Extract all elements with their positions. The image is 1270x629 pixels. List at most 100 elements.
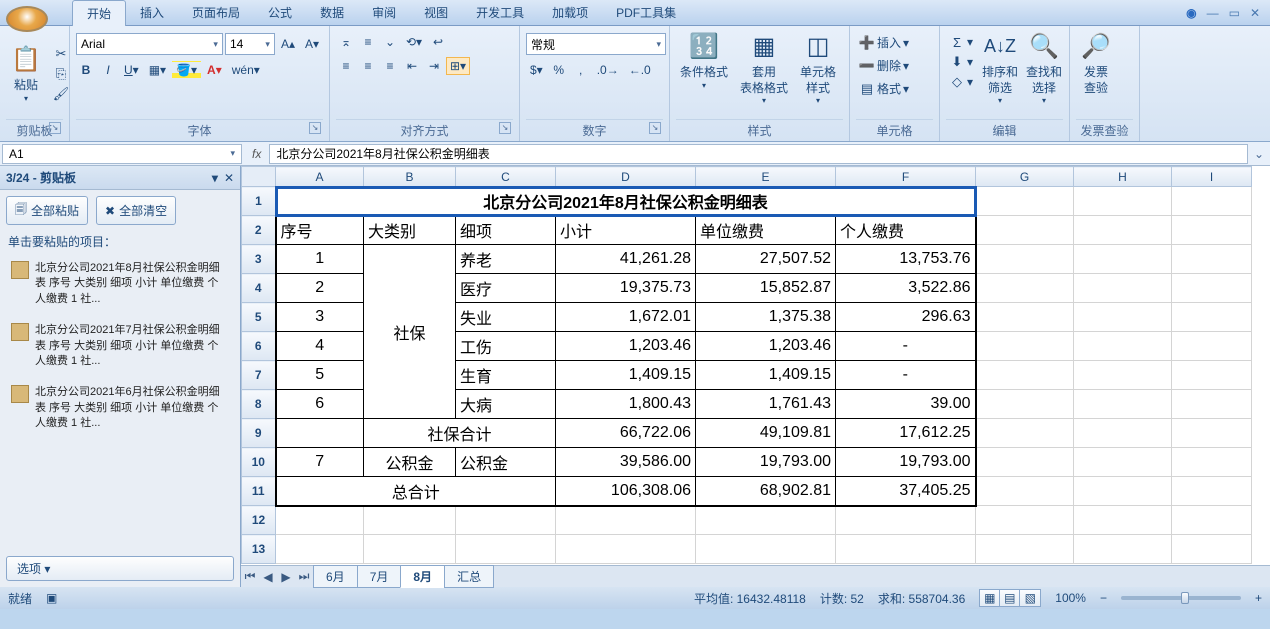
col-header[interactable]: A [276, 167, 364, 187]
clip-close-icon[interactable]: ✕ [224, 171, 234, 185]
align-left-button[interactable]: ≡ [336, 57, 356, 75]
merge-button[interactable]: ⊞▾ [446, 57, 470, 75]
cell[interactable]: 北京分公司2021年8月社保公积金明细表 [276, 187, 976, 216]
invoice-check-button[interactable]: 🔎发票 查验 [1076, 29, 1116, 98]
sheet-nav-prev[interactable]: ◀ [259, 570, 277, 584]
align-launcher[interactable]: ↘ [499, 122, 511, 134]
align-middle-button[interactable]: ≡ [358, 33, 378, 51]
cell[interactable] [1172, 332, 1252, 361]
bold-button[interactable]: B [76, 61, 96, 79]
cell[interactable] [976, 419, 1074, 448]
tab-home[interactable]: 开始 [72, 0, 126, 26]
copy-button[interactable]: ⎘ [50, 65, 72, 83]
row-header[interactable]: 12 [242, 506, 276, 535]
cell[interactable] [976, 506, 1074, 535]
format-cells-button[interactable]: ▤格式 ▾ [856, 79, 912, 98]
col-header[interactable]: I [1172, 167, 1252, 187]
align-bottom-button[interactable]: ⌄ [380, 33, 400, 51]
align-right-button[interactable]: ≡ [380, 57, 400, 75]
cell[interactable] [1074, 187, 1172, 216]
cell[interactable]: 1,203.46 [696, 332, 836, 361]
number-format-select[interactable]: 常规▾ [526, 33, 666, 55]
sheet-tab[interactable]: 6月 [313, 565, 358, 588]
row-header[interactable]: 3 [242, 245, 276, 274]
cell[interactable] [1172, 361, 1252, 390]
tab-dev[interactable]: 开发工具 [462, 0, 538, 26]
cell[interactable]: 单位缴费 [696, 216, 836, 245]
cell[interactable]: 19,375.73 [556, 274, 696, 303]
cell[interactable] [1172, 506, 1252, 535]
cell[interactable]: - [836, 361, 976, 390]
macro-record-icon[interactable]: ▣ [46, 591, 57, 605]
cell[interactable]: 66,722.06 [556, 419, 696, 448]
cell[interactable] [1074, 506, 1172, 535]
cell[interactable]: 39,586.00 [556, 448, 696, 477]
cell[interactable]: 社保 [364, 245, 456, 419]
cell[interactable]: 1,409.15 [556, 361, 696, 390]
cell[interactable]: 1,672.01 [556, 303, 696, 332]
font-color-button[interactable]: A▾ [203, 61, 226, 79]
tab-view[interactable]: 视图 [410, 0, 462, 26]
fx-icon[interactable]: fx [244, 147, 269, 161]
font-size-select[interactable]: 14▾ [225, 33, 275, 55]
cell[interactable]: 总合计 [276, 477, 556, 506]
row-header[interactable]: 10 [242, 448, 276, 477]
underline-button[interactable]: U▾ [120, 61, 143, 79]
cell[interactable] [1172, 216, 1252, 245]
cell[interactable]: 19,793.00 [836, 448, 976, 477]
col-header[interactable]: F [836, 167, 976, 187]
col-header[interactable]: B [364, 167, 456, 187]
tab-formula[interactable]: 公式 [254, 0, 306, 26]
row-header[interactable]: 2 [242, 216, 276, 245]
cell[interactable]: 大类别 [364, 216, 456, 245]
cell[interactable]: 39.00 [836, 390, 976, 419]
cell[interactable]: 公积金 [364, 448, 456, 477]
row-header[interactable]: 6 [242, 332, 276, 361]
cell[interactable]: 296.63 [836, 303, 976, 332]
cell[interactable]: 37,405.25 [836, 477, 976, 506]
shrink-font-button[interactable]: A▾ [301, 33, 323, 55]
view-layout-button[interactable]: ▤ [1000, 590, 1020, 606]
row-header[interactable]: 8 [242, 390, 276, 419]
col-header[interactable]: E [696, 167, 836, 187]
zoom-out-button[interactable]: − [1100, 591, 1107, 605]
cell[interactable]: 106,308.06 [556, 477, 696, 506]
help-icon[interactable]: ◉ [1186, 6, 1196, 20]
font-launcher[interactable]: ↘ [309, 122, 321, 134]
autosum-button[interactable]: Σ▾ [946, 33, 976, 51]
sheet-nav-next[interactable]: ▶ [277, 570, 295, 584]
cell[interactable]: - [836, 332, 976, 361]
cell[interactable] [1074, 274, 1172, 303]
delete-cells-button[interactable]: ➖删除 ▾ [856, 56, 912, 75]
cell[interactable] [1074, 361, 1172, 390]
cell[interactable]: 个人缴费 [836, 216, 976, 245]
orientation-button[interactable]: ⟲▾ [402, 33, 426, 51]
cell[interactable] [1074, 419, 1172, 448]
cell[interactable] [1172, 303, 1252, 332]
paste-all-button[interactable]: 🗐全部粘贴 [6, 196, 88, 225]
fill-color-button[interactable]: 🪣▾ [172, 61, 201, 79]
cell[interactable]: 养老 [456, 245, 556, 274]
cell[interactable] [836, 535, 976, 564]
row-header[interactable]: 9 [242, 419, 276, 448]
clip-item[interactable]: 北京分公司2021年8月社保公积金明细表 序号 大类别 细项 小计 单位缴费 个… [4, 254, 236, 314]
cell[interactable] [976, 187, 1074, 216]
cell[interactable]: 7 [276, 448, 364, 477]
cell[interactable]: 1,375.38 [696, 303, 836, 332]
cell[interactable]: 3,522.86 [836, 274, 976, 303]
cell[interactable] [1172, 274, 1252, 303]
cell[interactable]: 13,753.76 [836, 245, 976, 274]
cell[interactable]: 19,793.00 [696, 448, 836, 477]
comma-button[interactable]: , [571, 61, 591, 79]
clip-menu-icon[interactable]: ▾ [212, 171, 218, 185]
cell[interactable] [1074, 332, 1172, 361]
cell[interactable]: 4 [276, 332, 364, 361]
cell[interactable] [1172, 245, 1252, 274]
col-header[interactable]: C [456, 167, 556, 187]
sheet-tab[interactable]: 汇总 [444, 565, 494, 588]
row-header[interactable]: 5 [242, 303, 276, 332]
cell[interactable] [276, 419, 364, 448]
cell[interactable] [976, 477, 1074, 506]
table-format-button[interactable]: ▦套用 表格格式▾ [736, 29, 792, 109]
cell[interactable] [364, 506, 456, 535]
